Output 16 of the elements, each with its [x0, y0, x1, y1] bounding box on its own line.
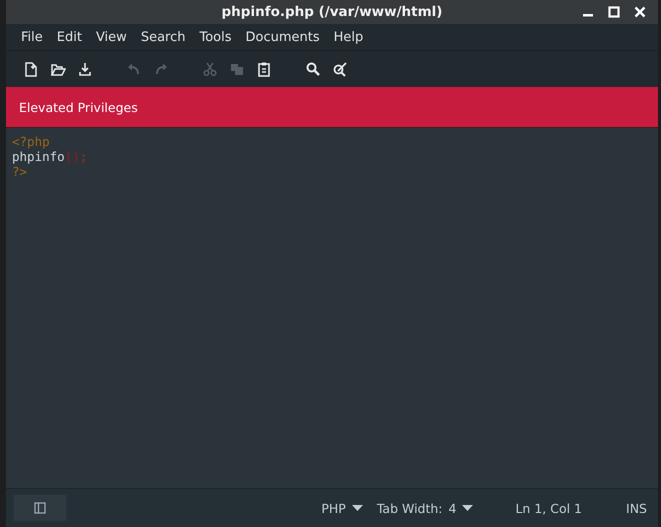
menu-item[interactable]: File [14, 30, 50, 44]
code-line: phpinfo(); [12, 149, 88, 164]
cursor-position: Ln 1, Col 1 [515, 500, 582, 516]
tab-width-dropdown[interactable]: Tab Width: 4 [376, 500, 474, 516]
window-title: phpinfo.php (/var/www/html) [222, 4, 442, 20]
menu-item[interactable]: Search [134, 30, 192, 44]
menu-item[interactable]: Help [326, 30, 370, 44]
code-line: <?php [12, 134, 51, 149]
menu-item[interactable]: Edit [50, 30, 89, 44]
language-dropdown[interactable]: PHP [321, 500, 363, 516]
insert-mode: INS [626, 500, 647, 516]
code-line: ?> [12, 164, 28, 179]
menu-item[interactable]: View [88, 30, 134, 44]
menu-item[interactable]: Documents [238, 30, 327, 44]
menu-item[interactable]: Tools [192, 30, 239, 44]
banner-text: Elevated Privileges [19, 100, 138, 114]
